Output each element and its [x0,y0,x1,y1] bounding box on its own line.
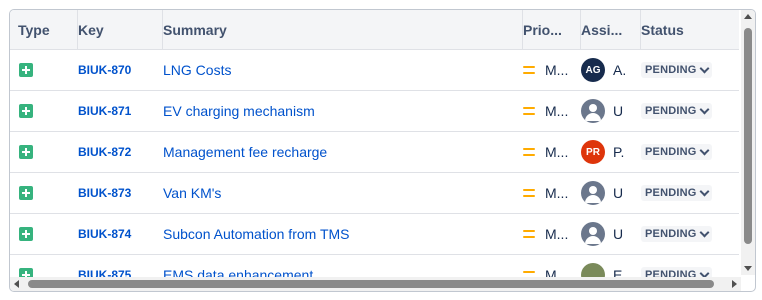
issue-summary-link[interactable]: Subcon Automation from TMS [163,226,350,242]
default-user-avatar-icon[interactable] [581,222,605,246]
scroll-left-arrow-icon[interactable] [14,280,19,288]
avatar[interactable]: PR [581,140,605,164]
column-header-status[interactable]: Status [633,10,747,49]
issue-key-link[interactable]: BIUK-872 [78,145,131,159]
priority-medium-icon [523,66,535,74]
issue-key-link[interactable]: BIUK-870 [78,63,131,77]
issues-table-panel: Type Key Summary Prio... Assi... Status … [9,9,756,292]
story-icon [19,227,33,241]
status-dropdown[interactable]: PENDING [641,62,712,78]
priority-label: M... [545,226,569,242]
assignee-name: U [613,226,624,242]
chevron-down-icon [699,104,709,115]
avatar[interactable]: AG [581,58,605,82]
status-label: PENDING [645,64,697,76]
default-user-avatar-icon[interactable] [581,99,605,123]
column-header-assignee[interactable]: Assi... [573,10,641,49]
status-dropdown[interactable]: PENDING [641,226,712,242]
priority-medium-icon [523,107,535,115]
horizontal-scrollbar[interactable] [10,277,741,291]
table-row[interactable]: BIUK-872 Management fee recharge M... PR… [10,132,739,173]
priority-label: M... [545,62,569,78]
status-dropdown[interactable]: PENDING [641,103,712,119]
story-icon [19,104,33,118]
assignee-name: U [613,103,624,119]
status-label: PENDING [645,228,697,240]
issue-key-link[interactable]: BIUK-871 [78,104,131,118]
priority-medium-icon [523,148,535,156]
table-row[interactable]: BIUK-871 EV charging mechanism M... U PE… [10,91,739,132]
issue-summary-link[interactable]: LNG Costs [163,62,231,78]
column-header-summary[interactable]: Summary [155,10,523,49]
story-icon [19,63,33,77]
chevron-down-icon [699,145,709,156]
status-label: PENDING [645,146,697,158]
assignee-name: P. [613,144,625,160]
vertical-scroll-thumb[interactable] [744,28,752,244]
table-row[interactable]: BIUK-870 LNG Costs M... AG A. PENDING [10,50,739,91]
table-row[interactable]: BIUK-874 Subcon Automation from TMS M...… [10,214,739,255]
story-icon [19,186,33,200]
issue-summary-link[interactable]: Management fee recharge [163,144,327,160]
chevron-down-icon [699,227,709,238]
priority-medium-icon [523,189,535,197]
vertical-scrollbar[interactable] [741,10,755,275]
status-label: PENDING [645,105,697,117]
priority-medium-icon [523,230,535,238]
chevron-down-icon [699,63,709,74]
column-header-key[interactable]: Key [70,10,163,49]
status-dropdown[interactable]: PENDING [641,185,712,201]
horizontal-scroll-thumb[interactable] [28,280,714,288]
scroll-up-arrow-icon[interactable] [744,14,752,19]
assignee-name: A. [613,62,627,78]
scroll-right-arrow-icon[interactable] [732,280,737,288]
status-label: PENDING [645,187,697,199]
priority-label: M... [545,144,569,160]
issues-table: Type Key Summary Prio... Assi... Status … [10,10,739,291]
scroll-down-arrow-icon[interactable] [744,266,752,271]
column-header-type[interactable]: Type [10,10,78,49]
issue-summary-link[interactable]: Van KM's [163,185,221,201]
issue-key-link[interactable]: BIUK-874 [78,227,131,241]
table-header-row: Type Key Summary Prio... Assi... Status [10,10,739,50]
column-header-priority[interactable]: Prio... [515,10,581,49]
status-dropdown[interactable]: PENDING [641,144,712,160]
priority-label: M... [545,103,569,119]
issue-key-link[interactable]: BIUK-873 [78,186,131,200]
issue-summary-link[interactable]: EV charging mechanism [163,103,315,119]
table-row[interactable]: BIUK-873 Van KM's M... U PENDING [10,173,739,214]
priority-label: M... [545,185,569,201]
story-icon [19,145,33,159]
assignee-name: U [613,185,624,201]
default-user-avatar-icon[interactable] [581,181,605,205]
chevron-down-icon [699,186,709,197]
